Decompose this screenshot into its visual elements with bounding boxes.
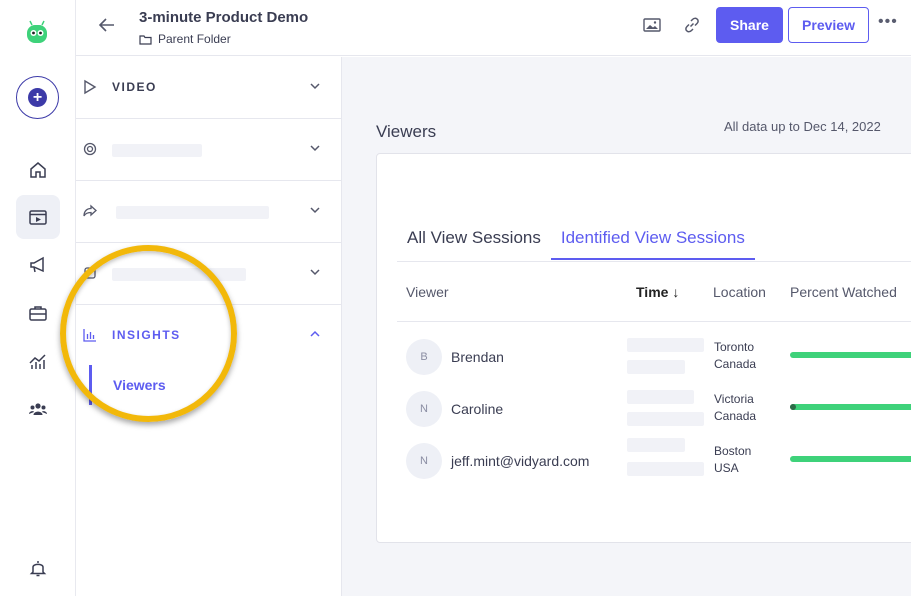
header-divider <box>397 321 911 322</box>
viewer-name: Caroline <box>451 401 504 417</box>
campaigns-nav[interactable] <box>16 243 60 287</box>
location: Boston USA <box>714 443 751 477</box>
main-content: Viewers All data up to Dec 14, 2022 All … <box>342 57 911 596</box>
more-options-icon[interactable]: ••• <box>878 13 898 31</box>
page-title: Viewers <box>376 122 437 141</box>
percent-watched-bar <box>790 456 911 462</box>
percent-watched-bar <box>790 352 911 358</box>
video-title[interactable]: 3-minute Product Demo <box>139 9 308 26</box>
table-row[interactable]: N Caroline Victoria Canada <box>377 384 911 436</box>
share-arrow-icon <box>83 204 97 217</box>
team-nav[interactable] <box>16 387 60 431</box>
viewers-card: All View Sessions Identified View Sessio… <box>376 153 911 543</box>
thumbnail-icon[interactable] <box>642 15 662 35</box>
section-insights-label: INSIGHTS <box>112 328 181 342</box>
time-placeholder <box>627 412 704 426</box>
videos-nav[interactable] <box>16 195 60 239</box>
bar-chart-icon <box>83 329 96 342</box>
preview-button[interactable]: Preview <box>788 7 869 43</box>
nav-viewers-link[interactable]: Viewers <box>113 377 166 393</box>
target-icon <box>83 142 97 156</box>
loading-placeholder <box>112 268 246 281</box>
notifications-nav[interactable] <box>16 546 60 590</box>
column-header-viewer[interactable]: Viewer <box>406 284 449 300</box>
location-city: Victoria <box>714 392 754 406</box>
column-header-time[interactable]: Time ↓ <box>636 284 679 300</box>
top-header: 3-minute Product Demo Parent Folder Shar… <box>76 0 911 56</box>
tools-nav[interactable] <box>16 291 60 335</box>
section-video[interactable]: VIDEO <box>76 57 342 119</box>
megaphone-icon <box>30 256 44 273</box>
avatar: B <box>406 339 442 375</box>
section-sharing[interactable] <box>76 181 342 243</box>
time-placeholder <box>627 360 685 374</box>
location-country: Canada <box>714 409 757 423</box>
avatar: N <box>406 443 442 479</box>
session-tabs: All View Sessions Identified View Sessio… <box>397 224 755 264</box>
loading-placeholder <box>116 206 269 219</box>
tab-all-view-sessions[interactable]: All View Sessions <box>397 224 551 260</box>
table-row[interactable]: B Brendan Toronto Canada <box>377 332 911 384</box>
chevron-down-icon <box>310 83 320 90</box>
active-indicator <box>89 365 92 405</box>
bell-icon <box>29 561 47 577</box>
play-icon <box>84 79 97 95</box>
time-placeholder <box>627 438 685 452</box>
tab-divider <box>397 261 911 262</box>
time-placeholder <box>627 338 704 352</box>
home-nav[interactable] <box>16 148 60 192</box>
location-city: Boston <box>714 444 752 458</box>
analytics-nav[interactable] <box>16 339 60 383</box>
video-library-icon <box>29 210 47 225</box>
section-insights[interactable]: INSIGHTS <box>76 305 342 367</box>
progress-start-marker <box>790 404 796 410</box>
back-arrow-icon[interactable] <box>96 14 118 36</box>
percent-watched-bar <box>790 404 911 410</box>
viewer-name: Brendan <box>451 349 504 365</box>
location: Victoria Canada <box>714 391 756 425</box>
home-icon <box>30 162 46 178</box>
analytics-icon <box>29 354 46 369</box>
location-country: Canada <box>714 357 757 371</box>
data-date-note: All data up to Dec 14, 2022 <box>724 119 881 134</box>
chevron-down-icon <box>310 207 320 214</box>
left-rail: + <box>0 0 76 596</box>
column-header-percent-watched[interactable]: Percent Watched <box>790 284 897 300</box>
location: Toronto Canada <box>714 339 756 373</box>
share-button[interactable]: Share <box>716 7 783 43</box>
tab-identified-view-sessions[interactable]: Identified View Sessions <box>550 224 755 260</box>
column-header-location[interactable]: Location <box>713 284 766 300</box>
section-video-label: VIDEO <box>112 80 157 94</box>
chevron-up-icon <box>310 330 320 337</box>
folder-icon <box>139 34 152 45</box>
time-placeholder <box>627 462 704 476</box>
time-placeholder <box>627 390 694 404</box>
briefcase-icon <box>29 306 47 321</box>
team-icon <box>29 403 47 415</box>
chevron-down-icon <box>310 145 320 152</box>
link-icon[interactable] <box>682 15 702 35</box>
avatar: N <box>406 391 442 427</box>
location-country: USA <box>714 461 739 475</box>
vidyard-logo-icon[interactable] <box>24 19 50 45</box>
breadcrumb-folder[interactable]: Parent Folder <box>139 32 231 46</box>
loading-placeholder <box>112 144 202 157</box>
plus-icon: + <box>28 88 47 107</box>
viewer-name: jeff.mint@vidyard.com <box>451 453 590 469</box>
section-settings[interactable] <box>76 243 342 305</box>
create-button[interactable]: + <box>16 76 59 119</box>
table-row[interactable]: N jeff.mint@vidyard.com Boston USA <box>377 436 911 488</box>
folder-label: Parent Folder <box>158 32 231 46</box>
location-city: Toronto <box>714 340 755 354</box>
chevron-down-icon <box>310 269 320 276</box>
section-targeting[interactable] <box>76 119 342 181</box>
settings-icon <box>84 267 96 279</box>
side-panel: VIDEO INSIGHTS Viewers <box>60 57 342 596</box>
